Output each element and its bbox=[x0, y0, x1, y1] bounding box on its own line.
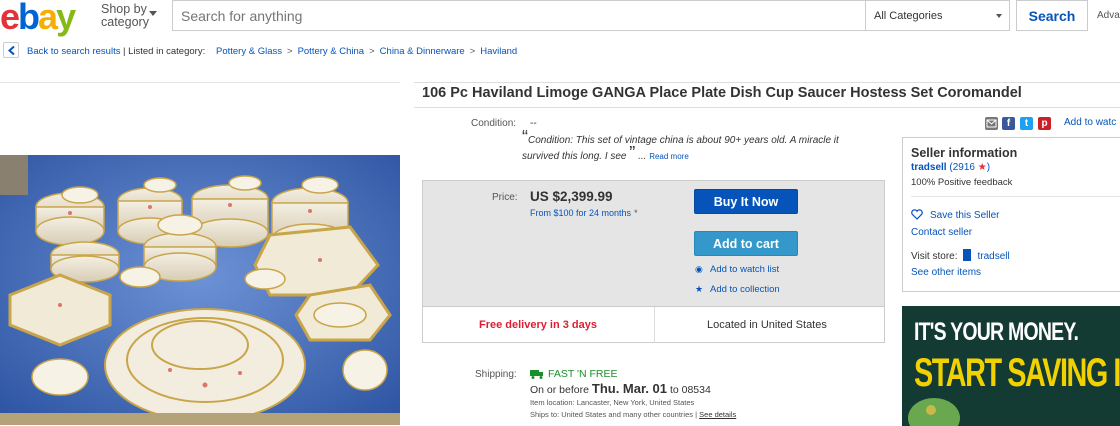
buy-it-now-button[interactable]: Buy It Now bbox=[694, 189, 798, 214]
seller-info-panel: Seller information tradsell (2916 ★) 100… bbox=[902, 137, 1120, 292]
twitter-icon[interactable]: t bbox=[1020, 117, 1033, 130]
china-set-image bbox=[0, 155, 400, 425]
divider bbox=[654, 307, 655, 343]
feedback-score-link[interactable]: (2916 bbox=[949, 162, 975, 173]
listing-title-bar: 106 Pc Haviland Limoge GANGA Place Plate… bbox=[414, 82, 1120, 108]
delivery-estimate: On or before Thu. Mar. 01 to 08534 bbox=[530, 381, 711, 396]
see-details-link[interactable]: See details bbox=[699, 410, 736, 419]
breadcrumb-item-china-dinnerware[interactable]: China & Dinnerware bbox=[380, 46, 465, 57]
breadcrumb-separator: > bbox=[369, 46, 375, 57]
fast-n-free-badge: FAST 'N FREE bbox=[530, 368, 618, 380]
pinterest-icon[interactable]: p bbox=[1038, 117, 1051, 130]
eye-icon: ◉ bbox=[695, 264, 703, 274]
listed-in-category-label: | Listed in category: bbox=[123, 46, 206, 57]
search-box[interactable] bbox=[172, 0, 866, 31]
add-to-watch-list-label: Add to watch list bbox=[710, 264, 780, 275]
add-to-collection-label: Add to collection bbox=[710, 284, 780, 295]
logo-letter: e bbox=[0, 0, 20, 37]
category-trail: Pottery & Glass > Pottery & China > China & … bbox=[216, 46, 517, 57]
breadcrumb-separator: > bbox=[287, 46, 293, 57]
back-to-search-results-link[interactable]: Back to search results bbox=[27, 46, 120, 57]
category-label: category bbox=[101, 15, 149, 29]
breadcrumb-item-pottery-china[interactable]: Pottery & China bbox=[298, 46, 365, 57]
advertisement-banner[interactable]: IT'S YOUR MONEY. START SAVING IT bbox=[902, 306, 1120, 426]
image-panel bbox=[0, 82, 400, 426]
add-to-watch-list-button[interactable]: ◉ Add to watch list bbox=[695, 264, 779, 275]
condition-label: Condition: bbox=[471, 118, 517, 129]
header: ebay Shop by category All Categories Sea… bbox=[0, 0, 1120, 37]
chevron-down-icon bbox=[996, 14, 1002, 18]
financing-asterisk: * bbox=[634, 208, 638, 218]
breadcrumb: Back to search results | Listed in categ… bbox=[0, 42, 1120, 60]
add-to-collection-button[interactable]: ★ Add to collection bbox=[695, 284, 780, 295]
breadcrumb-item-haviland[interactable]: Haviland bbox=[480, 46, 517, 57]
truck-icon bbox=[530, 370, 543, 379]
logo-letter: y bbox=[56, 0, 76, 37]
visit-store-label: Visit store: bbox=[911, 251, 958, 262]
category-select-value: All Categories bbox=[874, 10, 943, 22]
logo-letter: b bbox=[18, 0, 40, 37]
condition-value: -- bbox=[530, 118, 537, 129]
ad-tagline: START SAVING IT bbox=[914, 351, 1120, 395]
feedback-close-paren: ) bbox=[986, 162, 991, 173]
on-or-before-label: On or before bbox=[530, 384, 589, 396]
shipping-label: Shipping: bbox=[475, 369, 517, 380]
breadcrumb-item-pottery-glass[interactable]: Pottery & Glass bbox=[216, 46, 282, 57]
add-to-cart-button[interactable]: Add to cart bbox=[694, 231, 798, 256]
ellipsis: ... bbox=[638, 151, 647, 162]
positive-feedback: 100% Positive feedback bbox=[911, 177, 1013, 188]
category-select[interactable]: All Categories bbox=[865, 0, 1010, 31]
advanced-search-link[interactable]: Advan bbox=[1097, 10, 1120, 21]
star-icon: ★ bbox=[695, 284, 704, 294]
ships-to-text: Ships to: United States and many other c… bbox=[530, 410, 698, 419]
gecko-eye bbox=[926, 405, 936, 415]
back-button[interactable] bbox=[3, 42, 19, 58]
email-icon[interactable] bbox=[985, 117, 998, 130]
ad-headline: IT'S YOUR MONEY. bbox=[914, 318, 1079, 346]
add-to-watch-list-link[interactable]: Add to watc bbox=[1064, 117, 1116, 128]
store-icon bbox=[962, 249, 971, 261]
seller-info-heading: Seller information bbox=[911, 146, 1018, 160]
item-location: Item location: Lancaster, New York, Unit… bbox=[530, 398, 695, 407]
delivery-zip: to 08534 bbox=[669, 384, 711, 396]
seller-username-link[interactable]: tradsell bbox=[911, 162, 947, 173]
quote-close: ” bbox=[629, 143, 636, 163]
shop-by-category-button[interactable]: Shop by category bbox=[101, 3, 157, 29]
breadcrumb-separator: > bbox=[469, 46, 476, 57]
logo-letter: a bbox=[38, 0, 58, 37]
heart-icon bbox=[911, 209, 923, 220]
chevron-down-icon bbox=[149, 11, 157, 16]
store-link[interactable]: tradsell bbox=[978, 251, 1010, 262]
search-input[interactable] bbox=[173, 1, 866, 30]
product-photo[interactable] bbox=[0, 155, 400, 425]
divider bbox=[911, 196, 1120, 197]
ebay-logo[interactable]: ebay bbox=[0, 0, 76, 38]
listing-title: 106 Pc Haviland Limoge GANGA Place Plate… bbox=[422, 85, 1022, 101]
seller-name-row: tradsell (2916 ★) bbox=[911, 162, 990, 173]
contact-seller-link[interactable]: Contact seller bbox=[911, 227, 972, 238]
chevron-left-icon bbox=[8, 46, 15, 55]
search-button[interactable]: Search bbox=[1016, 0, 1088, 31]
financing-link[interactable]: From $100 for 24 months * bbox=[530, 208, 638, 218]
delivery-strip: Free delivery in 3 days Located in Unite… bbox=[423, 306, 884, 343]
see-other-items-link[interactable]: See other items bbox=[911, 267, 981, 278]
facebook-icon[interactable]: f bbox=[1002, 117, 1015, 130]
item-location-text: Located in United States bbox=[707, 319, 827, 331]
save-seller-button[interactable]: Save this Seller bbox=[911, 209, 999, 221]
delivery-date: Thu. Mar. 01 bbox=[591, 381, 668, 396]
save-seller-label: Save this Seller bbox=[930, 210, 1000, 221]
read-more-link[interactable]: Read more bbox=[649, 152, 689, 161]
financing-text: From $100 for 24 months bbox=[530, 208, 632, 218]
price-value: US $2,399.99 bbox=[530, 189, 613, 204]
feedback-star-icon: ★ bbox=[977, 162, 987, 173]
visit-store-row: Visit store: tradsell bbox=[911, 249, 1010, 262]
ships-to: Ships to: United States and many other c… bbox=[530, 410, 736, 419]
price-label: Price: bbox=[492, 192, 518, 203]
condition-description: “Condition: This set of vintage china is… bbox=[522, 128, 867, 164]
free-delivery-text: Free delivery in 3 days bbox=[479, 319, 598, 331]
price-box: Price: US $2,399.99 From $100 for 24 mon… bbox=[422, 180, 885, 343]
fast-n-free-label: FAST 'N FREE bbox=[548, 368, 618, 380]
